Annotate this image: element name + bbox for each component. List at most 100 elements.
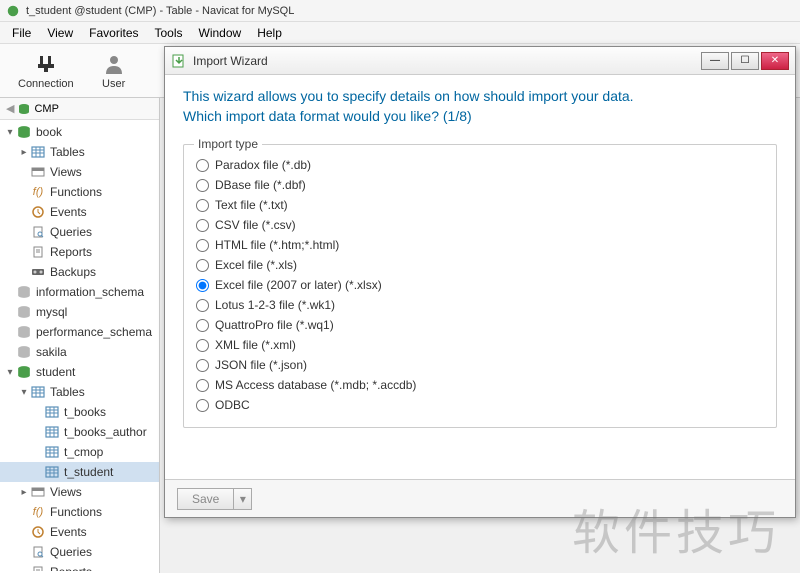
tree-item-student[interactable]: ▾student	[0, 362, 159, 382]
tree-item-label: t_books_author	[64, 425, 147, 439]
import-icon	[171, 53, 187, 69]
import-radio-12[interactable]	[196, 399, 209, 412]
import-option-9[interactable]: XML file (*.xml)	[196, 335, 764, 355]
wizard-heading: This wizard allows you to specify detail…	[183, 87, 777, 126]
tree-item-label: t_cmop	[64, 445, 103, 459]
import-option-4[interactable]: HTML file (*.htm;*.html)	[196, 235, 764, 255]
connection-label: Connection	[18, 78, 74, 90]
tree-item-views[interactable]: Views	[0, 162, 159, 182]
menu-file[interactable]: File	[4, 24, 39, 42]
tree-item-t-books[interactable]: t_books	[0, 402, 159, 422]
import-option-12[interactable]: ODBC	[196, 395, 764, 415]
import-option-label: Text file (*.txt)	[215, 198, 288, 212]
tree-item-label: Queries	[50, 545, 92, 559]
import-radio-11[interactable]	[196, 379, 209, 392]
chevron-left-icon[interactable]: ◀	[6, 102, 14, 115]
tree-item-queries[interactable]: Queries	[0, 542, 159, 562]
tree-item-tables[interactable]: ▸Tables	[0, 142, 159, 162]
connection-button[interactable]: Connection	[8, 48, 84, 94]
tbl-icon	[44, 444, 60, 460]
import-radio-9[interactable]	[196, 339, 209, 352]
save-button[interactable]: Save	[177, 488, 234, 510]
tree-item-sakila[interactable]: sakila	[0, 342, 159, 362]
tree-item-label: mysql	[36, 305, 67, 319]
menu-favorites[interactable]: Favorites	[81, 24, 146, 42]
import-option-0[interactable]: Paradox file (*.db)	[196, 155, 764, 175]
import-radio-0[interactable]	[196, 159, 209, 172]
tree-item-mysql[interactable]: mysql	[0, 302, 159, 322]
db-icon	[16, 364, 32, 380]
tree-item-queries[interactable]: Queries	[0, 222, 159, 242]
import-radio-8[interactable]	[196, 319, 209, 332]
tree-item-reports[interactable]: Reports	[0, 242, 159, 262]
import-radio-3[interactable]	[196, 219, 209, 232]
app-icon	[6, 4, 20, 18]
import-option-label: ODBC	[215, 398, 250, 412]
tree-item-reports[interactable]: Reports	[0, 562, 159, 571]
tree-item-tables[interactable]: ▾Tables	[0, 382, 159, 402]
import-option-5[interactable]: Excel file (*.xls)	[196, 255, 764, 275]
import-option-3[interactable]: CSV file (*.csv)	[196, 215, 764, 235]
breadcrumb[interactable]: ◀ CMP	[0, 98, 159, 120]
dbg-icon	[16, 344, 32, 360]
import-radio-5[interactable]	[196, 259, 209, 272]
menu-tools[interactable]: Tools	[147, 24, 191, 42]
expand-icon[interactable]: ▾	[18, 387, 30, 398]
tbl-icon	[30, 144, 46, 160]
dialog-titlebar[interactable]: Import Wizard — ☐ ✕	[165, 47, 795, 75]
import-option-label: Lotus 1-2-3 file (*.wk1)	[215, 298, 335, 312]
expand-icon[interactable]: ▾	[4, 367, 16, 378]
tree-item-label: Backups	[50, 265, 96, 279]
tree-item-t-student[interactable]: t_student	[0, 462, 159, 482]
tree-item-book[interactable]: ▾book	[0, 122, 159, 142]
import-option-6[interactable]: Excel file (2007 or later) (*.xlsx)	[196, 275, 764, 295]
expand-icon[interactable]: ▾	[4, 127, 16, 138]
object-tree[interactable]: ▾book▸TablesViewsf()FunctionsEventsQueri…	[0, 120, 159, 571]
menu-view[interactable]: View	[39, 24, 81, 42]
fn-icon: f()	[30, 504, 46, 520]
tree-item-backups[interactable]: Backups	[0, 262, 159, 282]
tree-item-events[interactable]: Events	[0, 522, 159, 542]
tree-item-functions[interactable]: f()Functions	[0, 182, 159, 202]
view-icon	[30, 164, 46, 180]
tree-item-performance-schema[interactable]: performance_schema	[0, 322, 159, 342]
import-option-7[interactable]: Lotus 1-2-3 file (*.wk1)	[196, 295, 764, 315]
tree-item-label: Queries	[50, 225, 92, 239]
import-option-11[interactable]: MS Access database (*.mdb; *.accdb)	[196, 375, 764, 395]
tree-item-label: Events	[50, 205, 87, 219]
db-icon	[16, 124, 32, 140]
tree-item-information-schema[interactable]: information_schema	[0, 282, 159, 302]
app-titlebar: t_student @student (CMP) - Table - Navic…	[0, 0, 800, 22]
tbl-icon	[44, 404, 60, 420]
import-option-label: QuattroPro file (*.wq1)	[215, 318, 334, 332]
tree-item-t-books-author[interactable]: t_books_author	[0, 422, 159, 442]
import-option-2[interactable]: Text file (*.txt)	[196, 195, 764, 215]
import-option-8[interactable]: QuattroPro file (*.wq1)	[196, 315, 764, 335]
import-option-1[interactable]: DBase file (*.dbf)	[196, 175, 764, 195]
expand-icon[interactable]: ▸	[18, 147, 30, 158]
save-dropdown-button[interactable]: ▾	[234, 488, 252, 510]
maximize-button[interactable]: ☐	[731, 52, 759, 70]
tree-item-label: information_schema	[36, 285, 144, 299]
import-radio-1[interactable]	[196, 179, 209, 192]
user-button[interactable]: User	[92, 48, 136, 94]
import-radio-6[interactable]	[196, 279, 209, 292]
import-radio-4[interactable]	[196, 239, 209, 252]
tree-item-events[interactable]: Events	[0, 202, 159, 222]
close-button[interactable]: ✕	[761, 52, 789, 70]
minimize-button[interactable]: —	[701, 52, 729, 70]
import-radio-2[interactable]	[196, 199, 209, 212]
tree-item-views[interactable]: ▸Views	[0, 482, 159, 502]
tree-item-t-cmop[interactable]: t_cmop	[0, 442, 159, 462]
wizard-heading-line2: Which import data format would you like?…	[183, 107, 777, 127]
import-option-label: CSV file (*.csv)	[215, 218, 296, 232]
import-option-label: HTML file (*.htm;*.html)	[215, 238, 339, 252]
expand-icon[interactable]: ▸	[18, 487, 30, 498]
menu-window[interactable]: Window	[191, 24, 250, 42]
import-radio-10[interactable]	[196, 359, 209, 372]
fn-icon: f()	[30, 184, 46, 200]
menu-help[interactable]: Help	[249, 24, 290, 42]
import-option-10[interactable]: JSON file (*.json)	[196, 355, 764, 375]
import-radio-7[interactable]	[196, 299, 209, 312]
tree-item-functions[interactable]: f()Functions	[0, 502, 159, 522]
